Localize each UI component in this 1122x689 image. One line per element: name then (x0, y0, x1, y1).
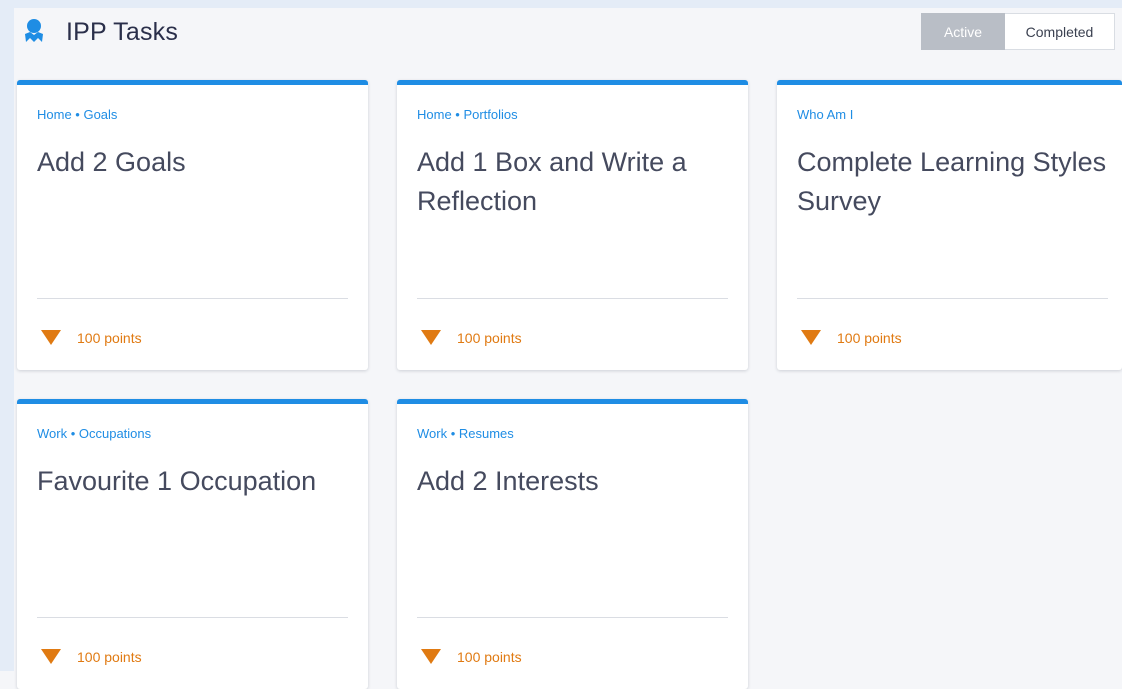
points-label: 100 points (837, 330, 902, 346)
task-card[interactable]: Work • Resumes Add 2 Interests 100 point… (397, 399, 748, 689)
heart-icon (421, 330, 441, 346)
task-card[interactable]: Home • Goals Add 2 Goals 100 points (17, 80, 368, 370)
card-divider (37, 298, 348, 299)
card-title[interactable]: Favourite 1 Occupation (37, 462, 352, 501)
card-points: 100 points (801, 328, 902, 348)
card-divider (417, 617, 728, 618)
card-divider (417, 298, 728, 299)
heart-icon (41, 330, 61, 346)
left-edge (0, 0, 14, 671)
card-title[interactable]: Add 2 Interests (417, 462, 732, 501)
card-breadcrumb[interactable]: Home • Goals (37, 107, 117, 122)
completed-tab-button[interactable]: Completed (1005, 13, 1115, 50)
card-breadcrumb[interactable]: Work • Occupations (37, 426, 151, 441)
card-title[interactable]: Add 1 Box and Write a Reflection (417, 143, 732, 221)
heart-icon (41, 649, 61, 665)
active-tab-button[interactable]: Active (921, 13, 1005, 50)
page-title: IPP Tasks (66, 18, 179, 46)
points-label: 100 points (457, 649, 522, 665)
card-points: 100 points (421, 328, 522, 348)
task-card[interactable]: Work • Occupations Favourite 1 Occupatio… (17, 399, 368, 689)
points-label: 100 points (77, 649, 142, 665)
top-edge (0, 0, 1122, 8)
card-title[interactable]: Complete Learning Styles Survey (797, 143, 1112, 221)
ribbon-badge-icon (22, 18, 46, 44)
task-card[interactable]: Who Am I Complete Learning Styles Survey… (777, 80, 1122, 370)
card-points: 100 points (41, 647, 142, 667)
heart-icon (421, 649, 441, 665)
page-header: IPP Tasks Active Completed (14, 8, 1122, 60)
points-label: 100 points (457, 330, 522, 346)
card-breadcrumb[interactable]: Work • Resumes (417, 426, 514, 441)
card-title[interactable]: Add 2 Goals (37, 143, 352, 182)
card-points: 100 points (41, 328, 142, 348)
card-divider (797, 298, 1108, 299)
card-divider (37, 617, 348, 618)
card-breadcrumb[interactable]: Who Am I (797, 107, 853, 122)
heart-icon (801, 330, 821, 346)
task-card[interactable]: Home • Portfolios Add 1 Box and Write a … (397, 80, 748, 370)
points-label: 100 points (77, 330, 142, 346)
card-points: 100 points (421, 647, 522, 667)
card-breadcrumb[interactable]: Home • Portfolios (417, 107, 518, 122)
status-toggle: Active Completed (921, 13, 1115, 50)
